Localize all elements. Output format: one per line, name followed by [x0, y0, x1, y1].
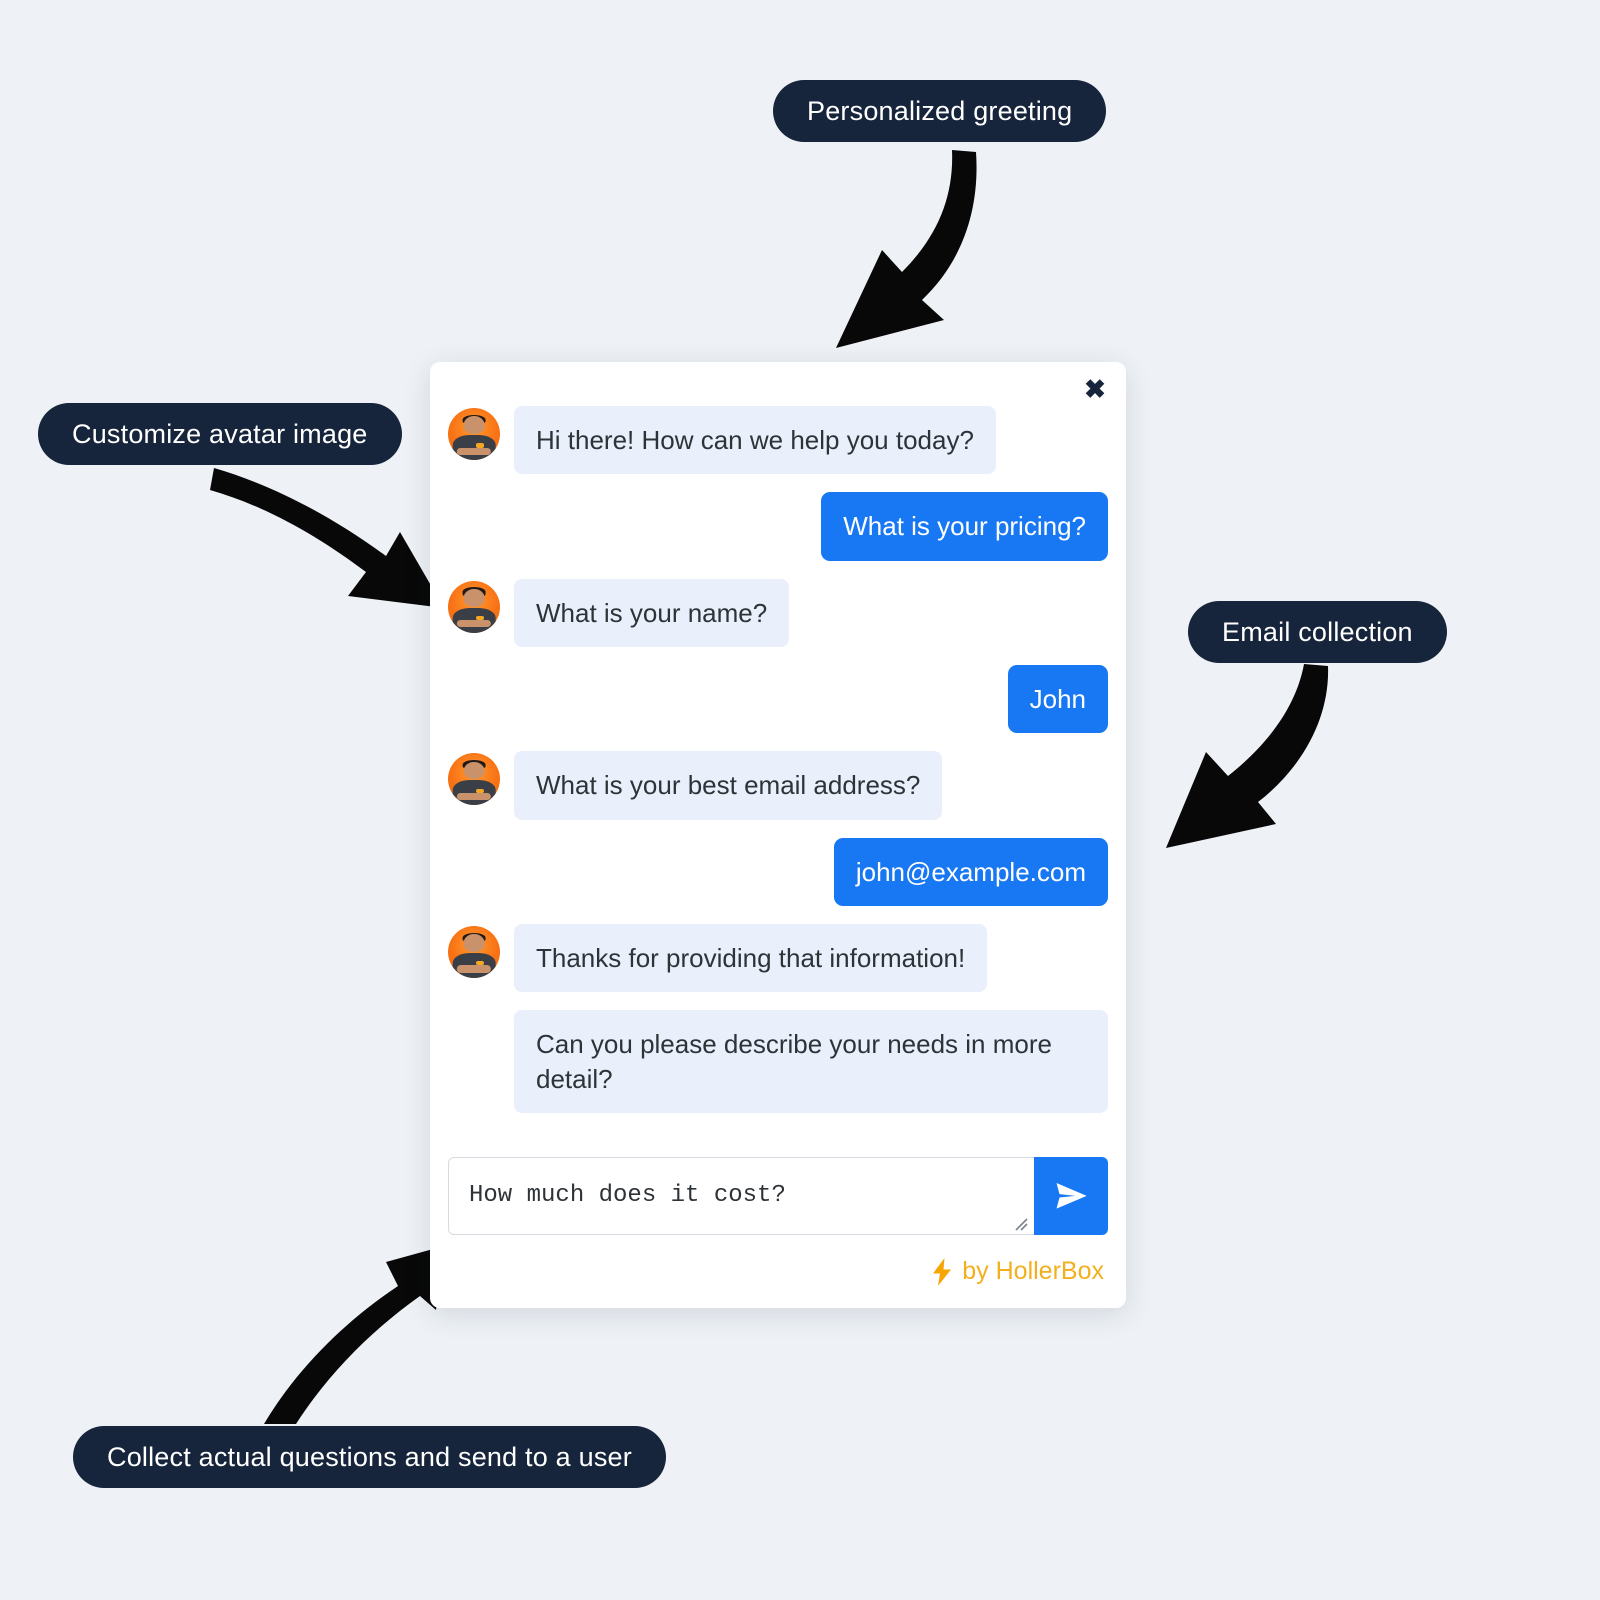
chat-widget-panel: ✖ Hi there! How can we help you today? W…	[430, 362, 1126, 1308]
callout-label: Collect actual questions and send to a u…	[107, 1441, 632, 1472]
avatar-arms	[456, 620, 492, 628]
avatar-head	[463, 416, 485, 434]
chat-input-wrapper	[448, 1157, 1034, 1235]
paper-plane-icon	[1056, 1183, 1087, 1209]
chat-input[interactable]	[448, 1157, 1034, 1235]
bot-message-bubble: Hi there! How can we help you today?	[514, 406, 996, 475]
avatar-shirt-logo	[476, 616, 485, 621]
footer-brand-label: by HollerBox	[962, 1257, 1104, 1285]
message-list: Hi there! How can we help you today? Wha…	[430, 362, 1126, 1143]
screenshot-canvas: Personalized greeting Customize avatar i…	[0, 0, 1600, 1600]
avatar-arms	[456, 447, 492, 455]
avatar-shirt-logo	[476, 788, 485, 793]
arrow-avatar	[210, 468, 444, 608]
avatar	[448, 408, 500, 460]
bot-message-bubble: What is your best email address?	[514, 751, 943, 820]
bot-message-bubble: What is your name?	[514, 578, 790, 647]
bolt-glyph	[933, 1257, 952, 1286]
message-row: Thanks for providing that information!	[448, 923, 1108, 993]
avatar-shirt-logo	[476, 443, 485, 448]
avatar	[448, 753, 500, 806]
avatar-head	[463, 761, 485, 780]
message-row: What is your pricing?	[448, 492, 1108, 561]
message-row: john@example.com	[448, 837, 1108, 906]
callout-email-collection: Email collection	[1188, 601, 1447, 663]
user-message-bubble: john@example.com	[833, 837, 1108, 906]
avatar-head	[463, 934, 485, 952]
bot-message-bubble: Can you please describe your needs in mo…	[514, 1010, 1108, 1113]
callout-personalized-greeting: Personalized greeting	[773, 80, 1107, 142]
user-message-bubble: What is your pricing?	[821, 492, 1108, 561]
user-message-bubble: John	[1007, 664, 1108, 734]
callout-label: Personalized greeting	[807, 95, 1073, 126]
callout-customize-avatar: Customize avatar image	[38, 403, 402, 465]
message-row: What is your name?	[448, 578, 1108, 647]
callout-label: Email collection	[1222, 616, 1413, 647]
avatar-head	[463, 588, 485, 607]
callout-collect-questions: Collect actual questions and send to a u…	[73, 1426, 666, 1488]
avatar-arms	[456, 792, 492, 801]
avatar	[448, 925, 500, 978]
message-row: John	[448, 664, 1108, 734]
message-row: Hi there! How can we help you today?	[448, 406, 1108, 475]
message-row: Can you please describe your needs in mo…	[448, 1010, 1108, 1113]
arrow-greeting	[836, 150, 977, 348]
arrow-questions	[264, 1246, 444, 1424]
avatar-arms	[456, 965, 492, 973]
send-button[interactable]	[1034, 1157, 1108, 1235]
lightning-bolt-icon	[931, 1257, 953, 1286]
bot-message-bubble: Thanks for providing that information!	[514, 923, 988, 993]
close-icon[interactable]: ✖	[1078, 372, 1112, 406]
widget-footer: by HollerBox	[430, 1235, 1126, 1308]
message-composer	[448, 1157, 1108, 1235]
message-row: What is your best email address?	[448, 751, 1108, 820]
avatar	[448, 580, 500, 633]
arrow-email	[1166, 664, 1329, 848]
callout-label: Customize avatar image	[72, 418, 368, 449]
